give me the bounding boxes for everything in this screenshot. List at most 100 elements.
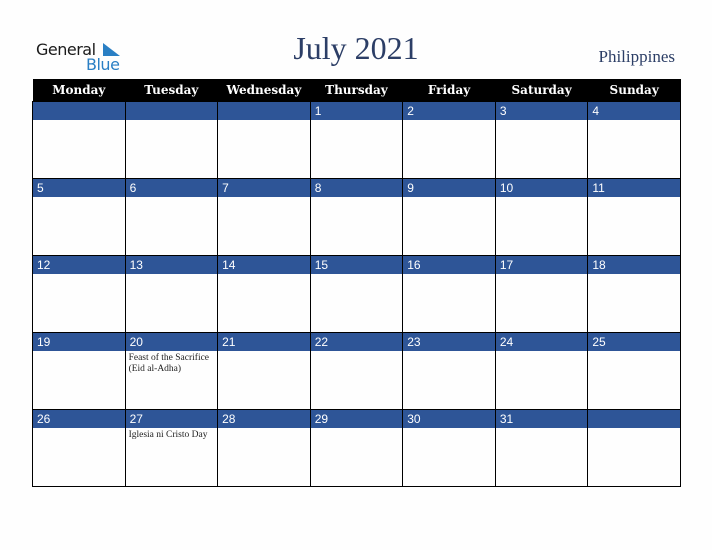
day-number: 15 (310, 256, 403, 274)
calendar-grid: Monday Tuesday Wednesday Thursday Friday… (32, 79, 681, 487)
day-number: 10 (495, 179, 588, 197)
holiday-event (218, 120, 310, 122)
day-cell[interactable]: 27 Iglesia ni Cristo Day (124, 409, 219, 487)
day-number: 8 (310, 179, 403, 197)
day-number (125, 102, 218, 120)
holiday-event (311, 274, 403, 276)
day-cell[interactable]: 6 (124, 178, 219, 256)
weekday-header: Sunday (587, 79, 681, 102)
day-cell[interactable]: 23 (402, 332, 496, 410)
week-row: 26 27 Iglesia ni Cristo Day 28 29 30 31 (32, 409, 681, 487)
day-number: 11 (588, 179, 680, 197)
weekday-header: Thursday (310, 79, 403, 102)
holiday-event (403, 197, 495, 199)
day-cell[interactable]: 22 (309, 332, 404, 410)
day-cell[interactable]: 14 (217, 255, 311, 333)
day-number: 14 (218, 256, 310, 274)
day-number: 16 (403, 256, 495, 274)
holiday-event (126, 120, 218, 122)
day-number (33, 102, 125, 120)
day-cell[interactable]: 12 (32, 255, 126, 333)
day-number: 20 (125, 333, 218, 351)
day-number: 22 (310, 333, 403, 351)
week-row: 1234 (32, 101, 681, 179)
day-cell[interactable]: 4 (587, 101, 681, 179)
day-number: 24 (495, 333, 588, 351)
day-cell[interactable]: 31 (494, 409, 589, 487)
day-cell[interactable]: 24 (494, 332, 589, 410)
day-cell[interactable]: 13 (124, 255, 219, 333)
day-cell[interactable]: 20 Feast of the Sacrifice (Eid al-Adha) (124, 332, 219, 410)
day-cell[interactable]: 15 (309, 255, 404, 333)
day-number: 13 (125, 256, 218, 274)
holiday-event (403, 351, 495, 353)
weekday-header: Friday (402, 79, 496, 102)
day-cell[interactable]: 7 (217, 178, 311, 256)
day-cell[interactable]: 28 (217, 409, 311, 487)
day-number: 5 (33, 179, 125, 197)
day-number: 29 (310, 410, 403, 428)
day-cell[interactable]: 18 (587, 255, 681, 333)
holiday-event (126, 274, 218, 276)
week-row: 19 20 Feast of the Sacrifice (Eid al-Adha)… (32, 332, 681, 410)
day-number: 25 (588, 333, 680, 351)
weekday-header-row: Monday Tuesday Wednesday Thursday Friday… (32, 79, 681, 102)
holiday-event (588, 274, 680, 276)
day-cell[interactable]: 16 (402, 255, 496, 333)
holiday-event (496, 351, 588, 353)
holiday-event (311, 197, 403, 199)
day-cell[interactable]: 21 (217, 332, 311, 410)
day-cell[interactable]: 10 (494, 178, 589, 256)
weekday-header: Wednesday (217, 79, 311, 102)
day-number: 3 (495, 102, 588, 120)
holiday-event (311, 351, 403, 353)
holiday-event (218, 351, 310, 353)
day-cell[interactable]: 11 (587, 178, 681, 256)
day-cell[interactable] (217, 101, 311, 179)
holiday-event (33, 274, 125, 276)
day-cell[interactable]: 19 (32, 332, 126, 410)
day-cell[interactable]: 25 (587, 332, 681, 410)
holiday-event (496, 197, 588, 199)
holiday-event (311, 120, 403, 122)
holiday-event (218, 197, 310, 199)
day-cell[interactable]: 8 (309, 178, 404, 256)
holiday-event (403, 120, 495, 122)
day-cell[interactable]: 26 (32, 409, 126, 487)
holiday-event (588, 428, 680, 430)
day-cell[interactable]: 30 (402, 409, 496, 487)
day-number: 31 (495, 410, 588, 428)
day-number: 27 (125, 410, 218, 428)
day-cell[interactable]: 2 (402, 101, 496, 179)
day-cell[interactable]: 17 (494, 255, 589, 333)
day-cell[interactable]: 9 (402, 178, 496, 256)
weekday-header: Saturday (495, 79, 588, 102)
holiday-event: Iglesia ni Cristo Day (128, 430, 208, 440)
holiday-event (218, 274, 310, 276)
day-number: 28 (218, 410, 310, 428)
day-number: 2 (403, 102, 495, 120)
day-number: 21 (218, 333, 310, 351)
day-number: 23 (403, 333, 495, 351)
holiday-event (403, 274, 495, 276)
day-cell[interactable] (587, 409, 681, 487)
holiday-event (496, 274, 588, 276)
holiday-event (588, 120, 680, 122)
day-cell[interactable]: 5 (32, 178, 126, 256)
holiday-event: Feast of the Sacrifice (Eid al-Adha) (128, 353, 210, 374)
day-number: 26 (33, 410, 125, 428)
day-cell[interactable] (124, 101, 219, 179)
weekday-header: Tuesday (125, 79, 218, 102)
day-cell[interactable]: 29 (309, 409, 404, 487)
day-cell[interactable]: 3 (494, 101, 589, 179)
day-cell[interactable]: 1 (309, 101, 404, 179)
holiday-event (33, 351, 125, 353)
week-row: 5 6 7 8 9 10 11 (32, 178, 681, 256)
day-number (218, 102, 310, 120)
day-number: 17 (495, 256, 588, 274)
day-number: 30 (403, 410, 495, 428)
day-number: 12 (33, 256, 125, 274)
day-number: 6 (125, 179, 218, 197)
day-cell[interactable] (32, 101, 126, 179)
weekday-header: Monday (32, 79, 126, 102)
